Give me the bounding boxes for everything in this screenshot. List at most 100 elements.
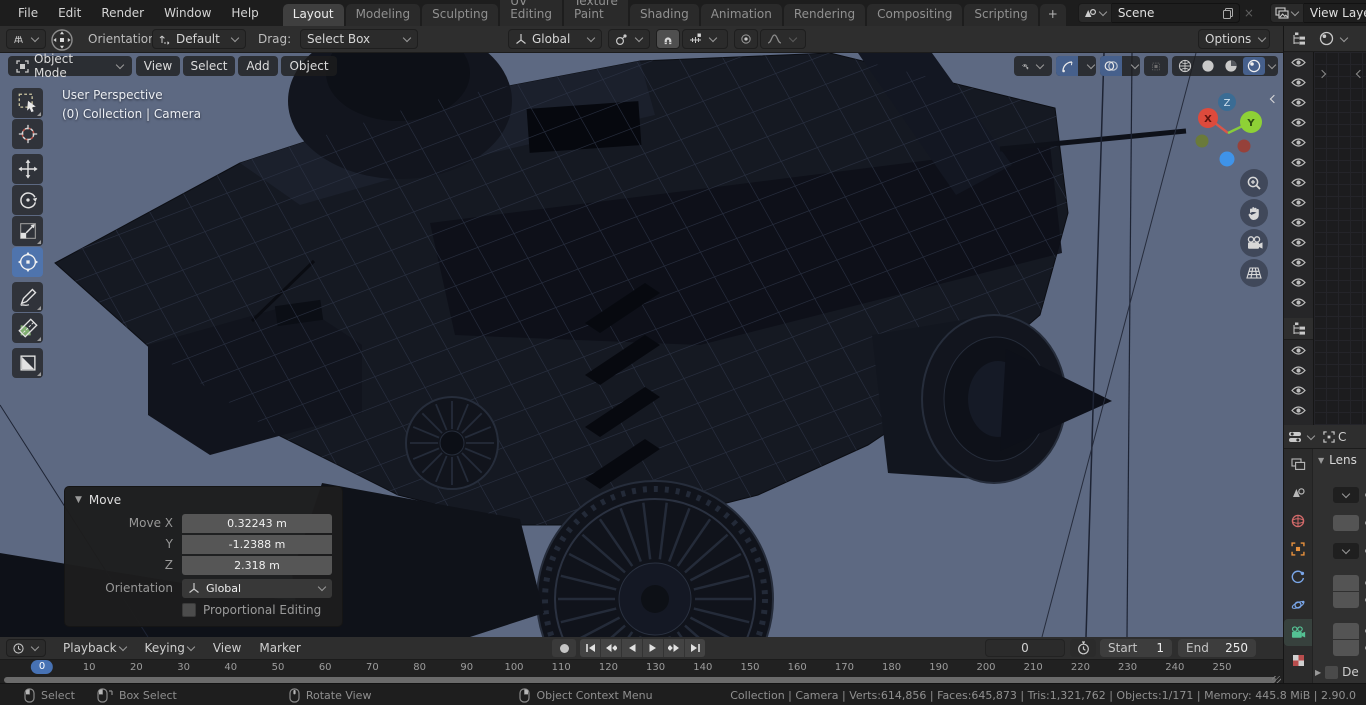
gizmo-neg-z-axis[interactable] <box>1219 151 1235 167</box>
visibility-eye-icon[interactable] <box>1284 212 1313 232</box>
outliner-header[interactable] <box>1284 26 1313 52</box>
scene-name-field[interactable]: Scene <box>1111 3 1240 23</box>
shading-material-button[interactable] <box>1220 57 1242 75</box>
view-layer-name-field[interactable]: View Layer <box>1303 3 1366 23</box>
active-tool-icon[interactable] <box>50 28 74 52</box>
camera-view-button[interactable] <box>1240 229 1268 257</box>
tab-compositing[interactable]: Compositing <box>867 4 963 26</box>
snap-toggle[interactable] <box>656 29 680 49</box>
visibility-eye-icon[interactable] <box>1284 172 1313 192</box>
menu-edit[interactable]: Edit <box>48 0 91 26</box>
tool-rotate[interactable] <box>12 185 43 215</box>
tool-add-primitive[interactable] <box>12 348 43 378</box>
timeline-tick[interactable]: 210 <box>1024 662 1043 673</box>
tab-physics-properties[interactable] <box>1284 591 1312 618</box>
timeline-tick[interactable]: 70 <box>366 662 379 673</box>
visibility-eye-icon[interactable] <box>1284 72 1313 92</box>
timeline-tick[interactable]: 30 <box>177 662 190 673</box>
visibility-eye-icon[interactable] <box>1284 400 1313 420</box>
lens-panel-header[interactable]: ▼ Lens <box>1313 449 1366 471</box>
timeline-tick[interactable]: 180 <box>882 662 901 673</box>
menu-window[interactable]: Window <box>154 0 221 26</box>
timeline-tick[interactable]: 240 <box>1165 662 1184 673</box>
shift-y-field[interactable] <box>1333 640 1359 656</box>
visibility-eye-icon[interactable] <box>1284 192 1313 212</box>
sidebar-collapse-arrow[interactable] <box>1268 93 1279 107</box>
navigation-gizmo[interactable]: Z X Y <box>1194 89 1268 169</box>
editor-type-selector[interactable] <box>6 29 46 49</box>
jump-to-end-button[interactable] <box>685 639 705 657</box>
timeline-tick[interactable]: 20 <box>130 662 143 673</box>
lens-unit-dropdown[interactable] <box>1333 543 1359 559</box>
current-frame-field[interactable]: 0 <box>985 639 1065 657</box>
tab-view-layer-properties[interactable] <box>1284 451 1312 478</box>
tab-animation[interactable]: Animation <box>700 4 782 26</box>
start-frame-field[interactable]: Start 1 <box>1100 639 1172 657</box>
visibility-eye-icon[interactable] <box>1284 340 1313 360</box>
auto-keying-record-button[interactable] <box>552 639 576 657</box>
tab-uv-editing[interactable]: UV Editing <box>500 0 562 26</box>
proportional-editing-toggle[interactable] <box>734 29 758 49</box>
shading-dropdown[interactable] <box>1266 60 1277 70</box>
tab-object-data-properties[interactable] <box>1284 619 1312 646</box>
3d-viewport[interactable]: Object Mode View Select Add Object User … <box>0 53 1283 637</box>
lens-type-dropdown[interactable] <box>1333 487 1359 503</box>
shading-rendered-button[interactable] <box>1243 57 1265 75</box>
timeline-tick[interactable]: 190 <box>929 662 948 673</box>
move-x-field[interactable]: 0.32243 m <box>182 513 332 533</box>
tool-cursor[interactable] <box>12 119 43 149</box>
xray-toggle[interactable] <box>1144 56 1168 76</box>
clip-start-field[interactable] <box>1333 575 1359 591</box>
clip-end-field[interactable] <box>1333 592 1359 608</box>
visibility-eye-icon[interactable] <box>1284 132 1313 152</box>
tab-world-properties[interactable] <box>1284 507 1312 534</box>
menu-add[interactable]: Add <box>238 56 278 76</box>
zoom-button[interactable] <box>1240 169 1268 197</box>
pan-button[interactable] <box>1240 199 1268 227</box>
transform-orientation-dropdown[interactable]: Global <box>508 29 602 49</box>
use-preview-range-toggle[interactable] <box>1070 639 1096 657</box>
timeline-tick[interactable]: 160 <box>788 662 807 673</box>
menu-playback[interactable]: Playback <box>54 637 136 659</box>
end-frame-field[interactable]: End 250 <box>1178 639 1256 657</box>
visibility-eye-icon[interactable] <box>1284 360 1313 380</box>
gizmo-neg-y-axis[interactable] <box>1195 134 1209 148</box>
options-dropdown[interactable]: Options <box>1198 29 1270 49</box>
timeline-tick[interactable]: 140 <box>693 662 712 673</box>
overlays-dropdown[interactable] <box>1127 60 1140 70</box>
jump-to-start-button[interactable] <box>580 639 601 657</box>
timeline-playhead[interactable]: 0 <box>30 660 54 674</box>
tab-constraint-properties[interactable] <box>1284 563 1312 590</box>
view-layer-browse-button[interactable] <box>1269 3 1304 23</box>
timeline-editor-type-selector[interactable] <box>6 639 46 657</box>
timeline-tick[interactable]: 80 <box>413 662 426 673</box>
region-collapse-arrow[interactable] <box>1354 68 1365 82</box>
timeline-tick[interactable]: 90 <box>460 662 473 673</box>
timeline-tick[interactable]: 170 <box>835 662 854 673</box>
shading-wireframe-button[interactable] <box>1174 57 1196 75</box>
region-expand-arrow[interactable] <box>1316 68 1327 82</box>
menu-view[interactable]: View <box>136 56 180 76</box>
menu-render[interactable]: Render <box>91 0 154 26</box>
timeline-tick[interactable]: 10 <box>83 662 96 673</box>
tool-annotate[interactable] <box>12 282 43 312</box>
visibility-eye-icon[interactable] <box>1284 252 1313 272</box>
jump-to-prev-keyframe-button[interactable] <box>601 639 622 657</box>
move-y-field[interactable]: -1.2388 m <box>182 534 332 554</box>
add-workspace-button[interactable]: + <box>1039 4 1066 26</box>
timeline-tick[interactable]: 250 <box>1212 662 1231 673</box>
timeline-tick[interactable]: 230 <box>1118 662 1137 673</box>
visibility-eye-icon[interactable] <box>1284 272 1313 292</box>
timeline-tick[interactable]: 40 <box>224 662 237 673</box>
orientation-dropdown[interactable]: Default <box>152 29 246 49</box>
pivot-point-dropdown[interactable] <box>608 29 650 49</box>
panel-checkbox[interactable] <box>1325 665 1339 679</box>
menu-select[interactable]: Select <box>183 56 235 76</box>
shading-solid-button[interactable] <box>1197 57 1219 75</box>
gizmo-dropdown[interactable] <box>1083 60 1096 70</box>
tab-modeling[interactable]: Modeling <box>345 4 421 26</box>
timeline-tick[interactable]: 220 <box>1071 662 1090 673</box>
tab-rendering[interactable]: Rendering <box>783 4 866 26</box>
menu-marker[interactable]: Marker <box>250 637 309 659</box>
menu-object[interactable]: Object <box>281 56 337 76</box>
